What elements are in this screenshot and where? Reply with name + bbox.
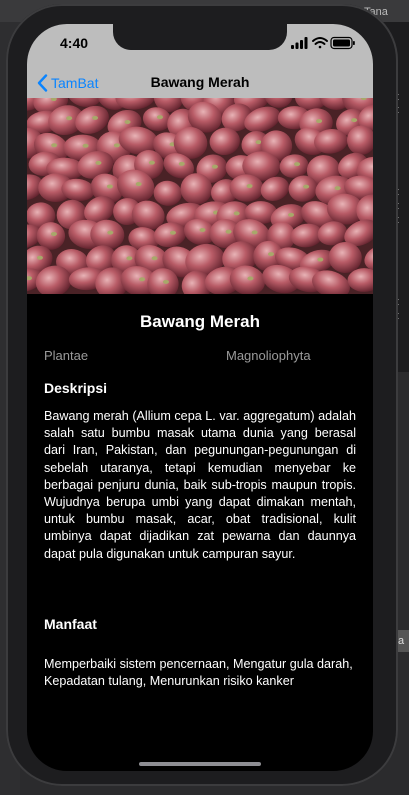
shallot-root <box>246 184 253 189</box>
signal-icon <box>291 37 308 49</box>
shallot-root <box>162 279 169 284</box>
shallot-root <box>233 211 240 216</box>
status-icons <box>291 36 355 50</box>
shallot-root <box>294 162 301 167</box>
shallot-root <box>36 255 43 260</box>
plant-photo <box>27 98 373 294</box>
shallot-root <box>225 229 232 234</box>
phone-frame: 4:40 TamBat Bawang Merah Bawang Merah Pl… <box>6 4 398 786</box>
status-time: 4:40 <box>60 35 89 51</box>
shallot-root <box>95 160 102 165</box>
shallot-root <box>178 161 185 166</box>
benefit-text: Memperbaiki sistem pencernaan, Mengatur … <box>44 657 353 689</box>
description-heading: Deskripsi <box>44 380 108 396</box>
shallot-root <box>92 115 99 120</box>
shallot-root <box>288 212 295 217</box>
battery-icon <box>330 36 355 50</box>
plant-name: Bawang Merah <box>140 312 260 331</box>
wifi-icon <box>312 37 328 49</box>
shallot-root <box>107 230 114 235</box>
shallot-root <box>211 164 218 169</box>
shallot-root <box>169 230 176 235</box>
shallots-image <box>27 98 373 294</box>
navigation-bar: TamBat Bawang Merah <box>27 68 373 98</box>
shallot-root <box>151 256 158 261</box>
shallot-root <box>351 118 358 123</box>
nav-title: Bawang Merah <box>150 74 250 90</box>
shallot-root <box>316 119 323 124</box>
shallot-root <box>50 231 57 236</box>
shallot-root <box>82 143 89 148</box>
shallot-root <box>113 143 120 148</box>
shallot-root <box>124 119 131 124</box>
benefit-heading: Manfaat <box>44 616 97 632</box>
shallot-root <box>51 143 58 148</box>
device-notch <box>113 24 287 50</box>
shallot-root <box>334 186 341 191</box>
shallot-root <box>156 115 163 120</box>
shallot-root <box>139 277 146 282</box>
shallot-root <box>199 228 206 233</box>
phone-screen: 4:40 TamBat Bawang Merah Bawang Merah Pl… <box>27 24 373 771</box>
shallot-root <box>247 276 254 281</box>
plant-division: Magnoliophyta <box>226 348 311 363</box>
shallot-root <box>126 256 133 261</box>
shallot-root <box>251 230 258 235</box>
shallot-root <box>135 182 142 187</box>
plant-kingdom: Plantae <box>44 348 89 363</box>
shallot-root <box>66 116 73 121</box>
shallot-root <box>106 184 113 189</box>
home-indicator[interactable] <box>139 762 261 766</box>
shallot-root <box>303 184 310 189</box>
shallot-root <box>148 160 155 165</box>
shallot-root <box>267 252 274 257</box>
description-text: Bawang merah (Allium cepa L. var. aggreg… <box>44 409 356 561</box>
shallot-root <box>317 257 324 262</box>
